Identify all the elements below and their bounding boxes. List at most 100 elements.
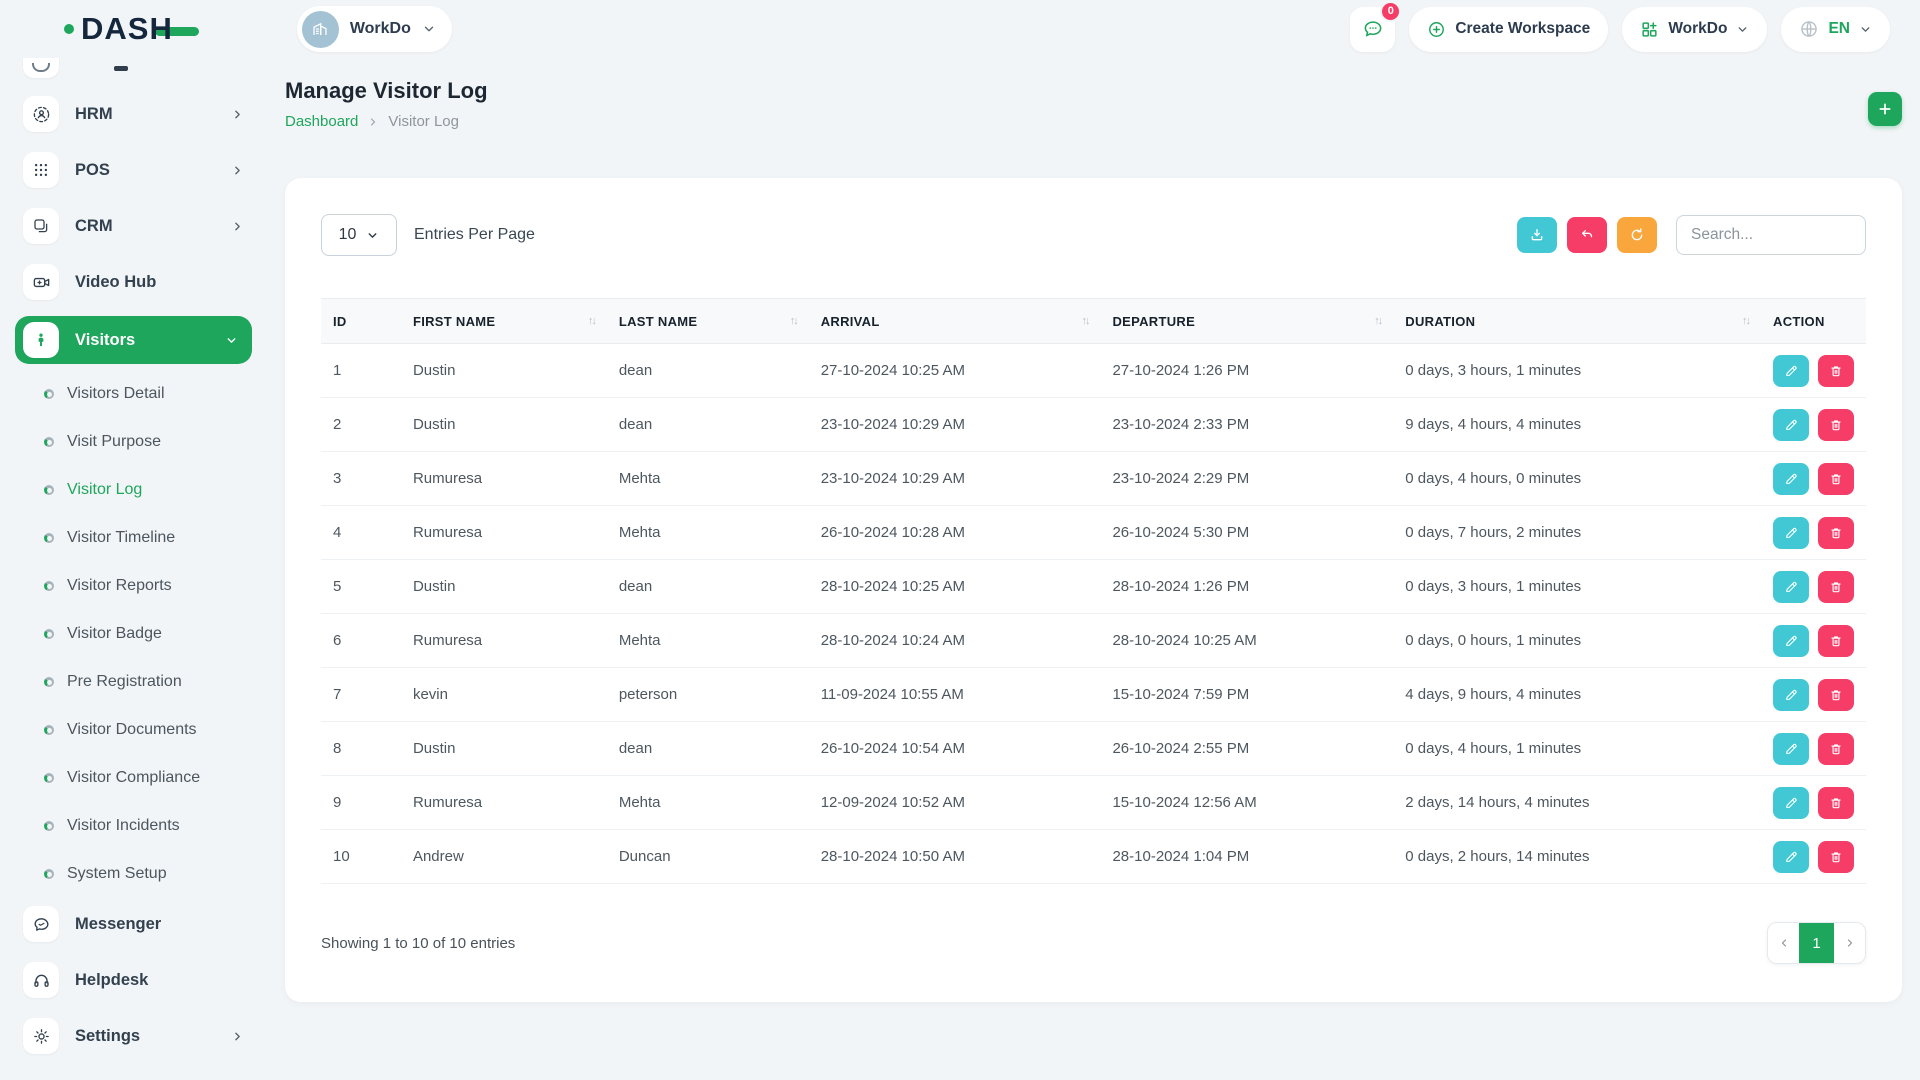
add-visitor-log-button[interactable] [1868, 92, 1902, 126]
column-header-first-name[interactable]: FIRST NAME↑↓ [401, 299, 607, 344]
cell-duration: 0 days, 2 hours, 14 minutes [1393, 830, 1761, 884]
edit-button[interactable] [1773, 571, 1809, 603]
search-input[interactable] [1676, 215, 1866, 255]
column-header-duration[interactable]: DURATION↑↓ [1393, 299, 1761, 344]
visitors-submenu: Visitors Detail Visit Purpose Visitor Lo… [23, 370, 250, 898]
reload-button[interactable] [1617, 217, 1657, 253]
trash-icon [1829, 418, 1843, 432]
cell-duration: 9 days, 4 hours, 4 minutes [1393, 398, 1761, 452]
edit-button[interactable] [1773, 841, 1809, 873]
sidebar-item-label: CRM [75, 217, 113, 236]
delete-button[interactable] [1818, 409, 1854, 441]
delete-button[interactable] [1818, 733, 1854, 765]
delete-button[interactable] [1818, 841, 1854, 873]
table-row: 10 Andrew Duncan 28-10-2024 10:50 AM 28-… [321, 830, 1866, 884]
delete-button[interactable] [1818, 463, 1854, 495]
submenu-item-pre-registration[interactable]: Pre Registration [44, 658, 250, 706]
delete-button[interactable] [1818, 787, 1854, 819]
cell-departure: 15-10-2024 12:56 AM [1100, 776, 1393, 830]
edit-button[interactable] [1773, 517, 1809, 549]
trash-icon [1829, 472, 1843, 486]
delete-button[interactable] [1818, 571, 1854, 603]
delete-button[interactable] [1818, 517, 1854, 549]
edit-button[interactable] [1773, 733, 1809, 765]
sidebar-item-label: POS [75, 161, 110, 180]
sort-icon[interactable]: ↑↓ [1081, 315, 1088, 327]
delete-button[interactable] [1818, 679, 1854, 711]
create-workspace-label: Create Workspace [1455, 20, 1590, 38]
submenu-label: System Setup [67, 865, 167, 883]
delete-button[interactable] [1818, 355, 1854, 387]
submenu-item-visitor-badge[interactable]: Visitor Badge [44, 610, 250, 658]
entries-per-page-select[interactable]: 10 [321, 214, 397, 256]
next-page-button[interactable] [1834, 923, 1865, 963]
submenu-item-visitor-documents[interactable]: Visitor Documents [44, 706, 250, 754]
cell-id: 8 [321, 722, 401, 776]
column-header-arrival[interactable]: ARRIVAL↑↓ [809, 299, 1101, 344]
edit-button[interactable] [1773, 355, 1809, 387]
cell-departure: 28-10-2024 1:26 PM [1100, 560, 1393, 614]
cell-arrival: 23-10-2024 10:29 AM [809, 452, 1101, 506]
sort-icon[interactable]: ↑↓ [1374, 315, 1381, 327]
column-header-departure[interactable]: DEPARTURE↑↓ [1100, 299, 1393, 344]
edit-button[interactable] [1773, 463, 1809, 495]
submenu-item-visitor-incidents[interactable]: Visitor Incidents [44, 802, 250, 850]
cell-departure: 23-10-2024 2:33 PM [1100, 398, 1393, 452]
submenu-item-system-setup[interactable]: System Setup [44, 850, 250, 898]
cell-first-name: Dustin [401, 344, 607, 398]
workspace-selector[interactable]: WorkDo [297, 6, 452, 52]
sidebar-item-hrm[interactable]: HRM [23, 92, 250, 136]
submenu-item-visitor-reports[interactable]: Visitor Reports [44, 562, 250, 610]
chevron-down-icon [1859, 23, 1872, 36]
export-button[interactable] [1517, 217, 1557, 253]
edit-button[interactable] [1773, 625, 1809, 657]
create-workspace-button[interactable]: Create Workspace [1409, 7, 1608, 52]
refresh-icon [1629, 227, 1645, 243]
cell-departure: 28-10-2024 10:25 AM [1100, 614, 1393, 668]
table-row: 3 Rumuresa Mehta 23-10-2024 10:29 AM 23-… [321, 452, 1866, 506]
trash-icon [1829, 742, 1843, 756]
edit-button[interactable] [1773, 679, 1809, 711]
language-selector[interactable]: EN [1781, 7, 1890, 52]
cell-id: 7 [321, 668, 401, 722]
reset-button[interactable] [1567, 217, 1607, 253]
cell-first-name: Dustin [401, 560, 607, 614]
page-header: Manage Visitor Log Dashboard Visitor Log [285, 78, 1902, 130]
sidebar-item-helpdesk[interactable]: Helpdesk [23, 958, 250, 1002]
sort-icon[interactable]: ↑↓ [790, 315, 797, 327]
messages-button[interactable]: 0 [1350, 7, 1395, 52]
submenu-item-visitor-compliance[interactable]: Visitor Compliance [44, 754, 250, 802]
logo[interactable]: DASH [64, 11, 199, 47]
sidebar-item-crm[interactable]: CRM [23, 204, 250, 248]
submenu-item-visitors-detail[interactable]: Visitors Detail [44, 370, 250, 418]
previous-page-button[interactable] [1768, 923, 1799, 963]
sort-icon[interactable]: ↑↓ [588, 315, 595, 327]
trash-icon [1829, 796, 1843, 810]
cell-duration: 2 days, 14 hours, 4 minutes [1393, 776, 1761, 830]
delete-button[interactable] [1818, 625, 1854, 657]
column-header-action: ACTION [1761, 299, 1866, 344]
sidebar-item-label: HRM [75, 105, 113, 124]
sidebar-item-messenger[interactable]: Messenger [23, 902, 250, 946]
chevron-down-icon [366, 229, 379, 242]
cell-last-name: Mehta [607, 452, 809, 506]
edit-button[interactable] [1773, 409, 1809, 441]
sidebar-item-video-hub[interactable]: Video Hub [23, 260, 250, 304]
app-menu-button[interactable]: WorkDo [1622, 7, 1767, 52]
column-header-last-name[interactable]: LAST NAME↑↓ [607, 299, 809, 344]
sidebar-item-pos[interactable]: POS [23, 148, 250, 192]
submenu-item-visitor-timeline[interactable]: Visitor Timeline [44, 514, 250, 562]
cell-duration: 4 days, 9 hours, 4 minutes [1393, 668, 1761, 722]
sort-icon[interactable]: ↑↓ [1742, 315, 1749, 327]
sidebar-item-settings[interactable]: Settings [23, 1014, 250, 1058]
sidebar-item-visitors[interactable]: Visitors [15, 316, 252, 364]
edit-button[interactable] [1773, 787, 1809, 819]
breadcrumb: Dashboard Visitor Log [285, 113, 1902, 130]
logo-text: DASH [81, 11, 173, 47]
breadcrumb-dashboard-link[interactable]: Dashboard [285, 113, 358, 130]
cell-first-name: Rumuresa [401, 452, 607, 506]
submenu-label: Visitor Timeline [67, 529, 175, 547]
submenu-item-visitor-log[interactable]: Visitor Log [44, 466, 250, 514]
page-number-button[interactable]: 1 [1799, 923, 1834, 963]
submenu-item-visit-purpose[interactable]: Visit Purpose [44, 418, 250, 466]
